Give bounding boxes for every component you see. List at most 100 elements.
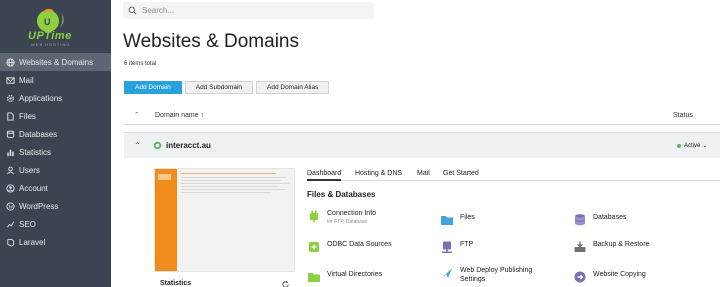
preview-line [181, 189, 285, 190]
sidebar-item-files[interactable]: Files [0, 107, 111, 125]
brand-tagline: WEB HOSTING [31, 42, 71, 47]
sidebar-item-label: Laravel [19, 237, 46, 247]
seo-icon [6, 220, 15, 229]
tool-name: FTP [460, 241, 474, 248]
sidebar-item-databases[interactable]: Databases [0, 125, 111, 143]
tool-name: Files [460, 214, 475, 221]
sidebar-item-label: Files [19, 111, 36, 121]
sidebar-nav: Websites & Domains Mail Applications Fil… [0, 53, 111, 251]
tool-odbc-data-sources[interactable]: ODBC Data Sources [307, 240, 392, 254]
sidebar-item-label: Applications [19, 93, 63, 103]
search-input[interactable] [142, 6, 362, 15]
preview-line [181, 186, 279, 187]
sidebar-item-seo[interactable]: SEO [0, 215, 111, 233]
web-deploy-icon [442, 268, 452, 278]
sidebar-item-label: Mail [19, 75, 34, 85]
virtual-dir-icon [308, 273, 320, 282]
gear-icon [6, 94, 15, 103]
laravel-icon [6, 238, 15, 247]
tool-website-copying[interactable]: Website Copying [573, 270, 646, 284]
chevron-down-icon: ⌄ [702, 143, 708, 149]
collapse-all-icon[interactable]: ⌃ [134, 111, 140, 119]
database-icon [6, 130, 15, 139]
sidebar-item-laravel[interactable]: Laravel [0, 233, 111, 251]
tool-virtual-directories[interactable]: Virtual Directories [307, 270, 382, 284]
sidebar-item-users[interactable]: Users [0, 161, 111, 179]
statistics-label: Statistics [160, 280, 192, 287]
connection-icon [310, 210, 318, 223]
sidebar-item-wordpress[interactable]: W WordPress [0, 197, 111, 215]
tab-get-started[interactable]: Get Started [443, 170, 479, 177]
table-row[interactable]: ⌃ interacct.au Active ⌄ [124, 132, 720, 158]
website-copy-icon [574, 271, 586, 283]
status-dot-icon [677, 143, 681, 148]
sidebar-item-mail[interactable]: Mail [0, 71, 111, 89]
sidebar-item-account[interactable]: Account [0, 179, 111, 197]
status-text: Active [684, 142, 701, 149]
wordpress-icon: W [6, 201, 15, 211]
tool-name: Website Copying [593, 271, 646, 278]
page-title: Websites & Domains [123, 31, 299, 52]
sidebar-item-label: Users [19, 165, 40, 175]
chevron-up-icon[interactable]: ⌃ [134, 141, 141, 150]
column-status: Status [673, 112, 693, 119]
sidebar-item-label: Account [19, 183, 48, 193]
user-icon [6, 166, 15, 175]
tool-files[interactable]: Files [440, 213, 475, 227]
add-domain-alias-button[interactable]: Add Domain Alias [256, 81, 330, 94]
column-domain-name[interactable]: Domain name ↑ [155, 112, 204, 119]
tab-hosting-dns[interactable]: Hosting & DNS [355, 170, 402, 177]
tool-backup-restore[interactable]: Backup & Restore [573, 240, 649, 254]
refresh-icon[interactable] [281, 280, 290, 287]
tool-subtitle: for FTP, Database [327, 219, 368, 225]
items-count: 6 items total [124, 61, 157, 67]
svg-text:U: U [44, 17, 51, 27]
sidebar-item-label: Statistics [19, 147, 52, 157]
database-icon [574, 214, 586, 226]
tool-name: Virtual Directories [327, 271, 383, 278]
preview-sidebar [155, 169, 177, 271]
preview-line [181, 192, 271, 193]
tab-mail[interactable]: Mail [417, 170, 430, 177]
domain-name-link[interactable]: interacct.au [166, 141, 211, 150]
globe-icon [6, 57, 15, 67]
tool-name: ODBC Data Sources [327, 241, 392, 248]
bar-chart-icon [6, 148, 15, 157]
tool-web-deploy[interactable]: Web Deploy Publishing Settings [440, 266, 532, 284]
domain-status-icon [153, 141, 162, 150]
tool-name: Databases [593, 214, 627, 221]
status-badge[interactable]: Active ⌄ [677, 142, 707, 149]
tool-ftp[interactable]: FTP [440, 240, 473, 254]
tab-dashboard[interactable]: Dashboard [307, 170, 342, 181]
website-preview-thumbnail[interactable] [154, 168, 295, 272]
tool-name-line2: Settings [460, 276, 486, 283]
tool-name: Web Deploy Publishing [460, 267, 533, 274]
mail-icon [6, 76, 15, 85]
tool-databases[interactable]: Databases [573, 213, 626, 227]
preview-line [181, 173, 276, 174]
ftp-icon [442, 241, 452, 253]
sidebar-item-applications[interactable]: Applications [0, 89, 111, 107]
file-icon [6, 111, 15, 121]
folder-icon [441, 216, 453, 225]
table-header: ⌃ Domain name ↑ Status [124, 108, 720, 125]
sidebar-item-statistics[interactable]: Statistics [0, 143, 111, 161]
sidebar-item-label: SEO [19, 219, 36, 229]
sidebar-item-websites-domains[interactable]: Websites & Domains [0, 53, 111, 71]
add-subdomain-button[interactable]: Add Subdomain [184, 81, 254, 94]
tool-name: Connection Info [327, 210, 377, 217]
preview-line [181, 183, 289, 184]
sidebar-item-label: Databases [19, 129, 58, 139]
search-icon [128, 6, 137, 15]
section-title: Files & Databases [307, 190, 376, 199]
preview-line [181, 177, 286, 178]
brand-name: UPTime [28, 30, 72, 42]
domain-tabs: Dashboard Hosting & DNS Mail Get Started [307, 168, 720, 181]
add-domain-button[interactable]: Add Domain [124, 81, 182, 94]
tool-connection-info[interactable]: Connection Info for FTP, Database [307, 209, 376, 226]
account-icon [6, 183, 15, 193]
tool-name: Backup & Restore [593, 241, 650, 248]
search-bar[interactable] [123, 2, 374, 19]
sidebar-item-label: Websites & Domains [19, 57, 94, 67]
sidebar-item-label: WordPress [19, 201, 59, 211]
